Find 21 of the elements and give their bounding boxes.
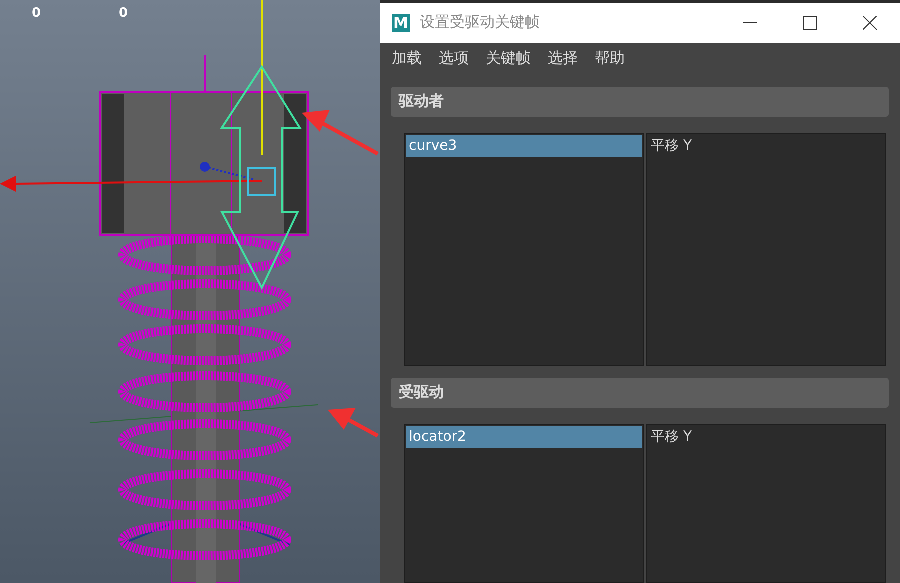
list-item[interactable]: 平移 Y [648,426,884,448]
viewport[interactable]: 0 0 [0,0,380,583]
menu-item[interactable]: 加载 [392,49,422,68]
close-icon [863,16,877,30]
menu-item[interactable]: 帮助 [595,49,625,68]
window-title: 设置受驱动关键帧 [420,13,540,32]
hud-value: 0 [32,6,42,21]
minimize-icon [743,22,757,24]
list-item[interactable]: curve3 [406,134,642,157]
maximize-icon [803,16,817,30]
annotation-arrow-icon [328,408,379,438]
hud-value: 0 [119,6,128,21]
menu-item[interactable]: 选择 [548,49,578,68]
section-header[interactable]: 驱动者 [391,86,889,117]
list-item[interactable]: 平移 Y [648,134,884,157]
menu-item[interactable]: 关键帧 [486,49,531,68]
annotation-arrow-icon [302,110,379,156]
section-header[interactable]: 受驱动 [391,378,889,408]
list-item[interactable]: locator2 [406,426,642,448]
app-logo: M [392,14,410,32]
menu-item[interactable]: 选项 [439,49,469,68]
